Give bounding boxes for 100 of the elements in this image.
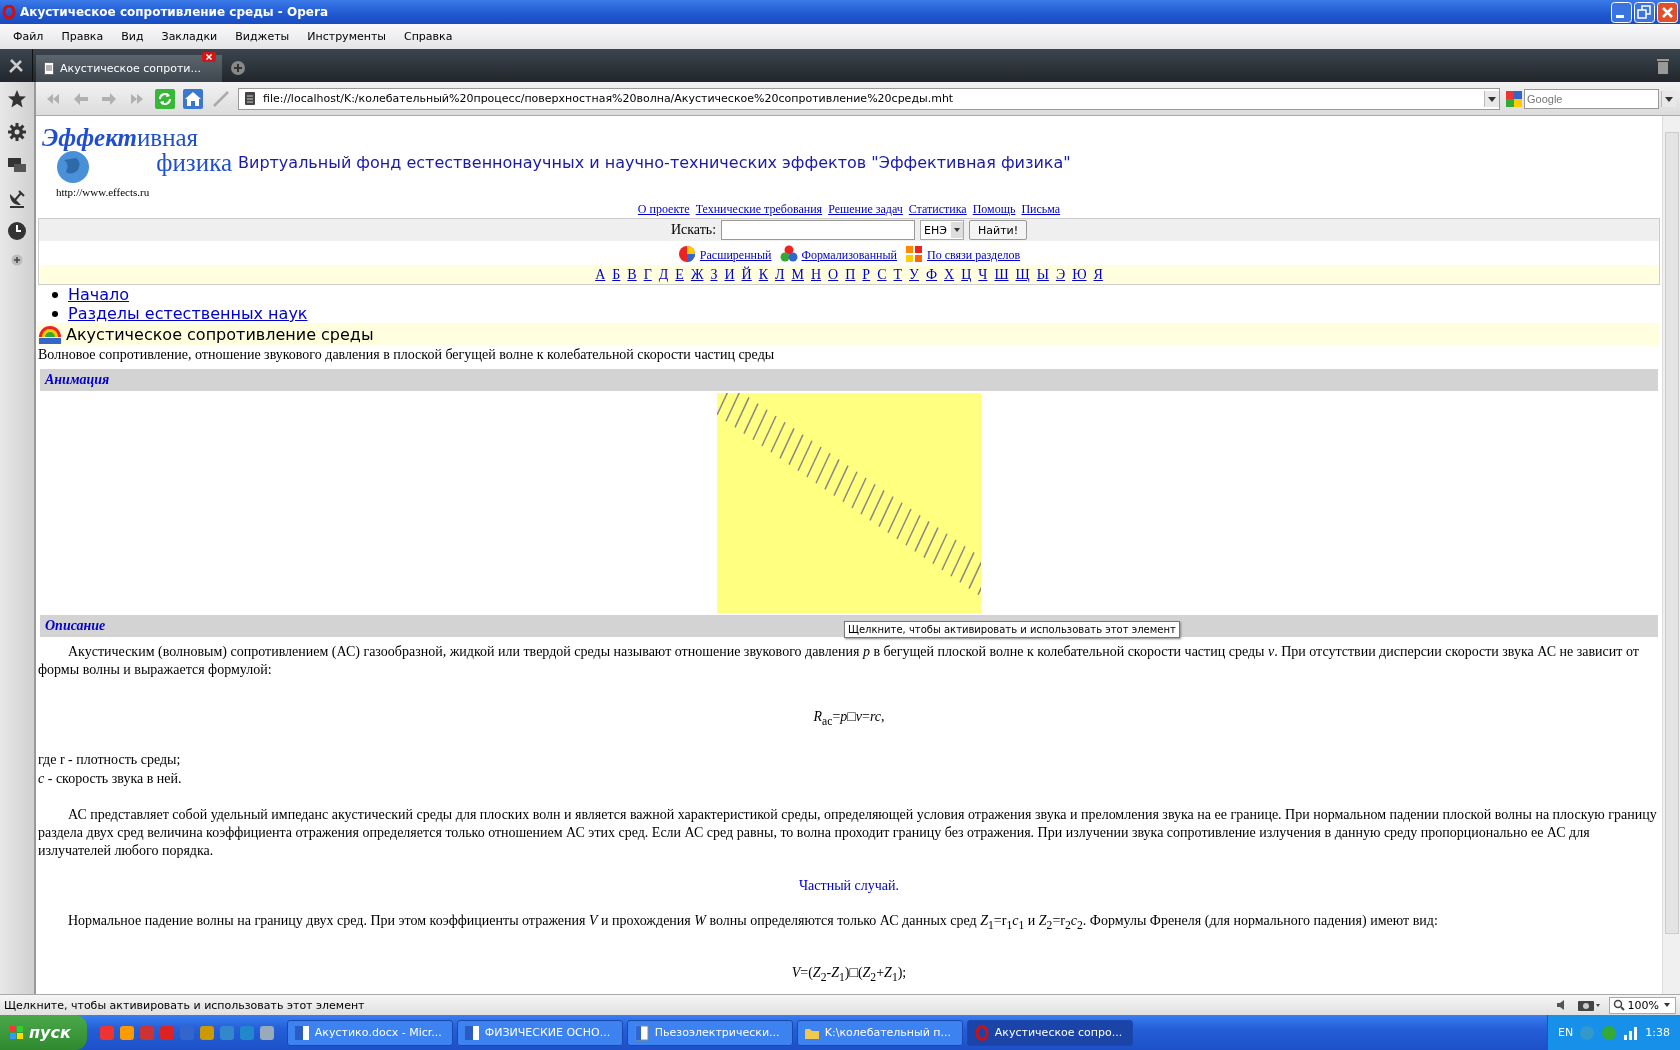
letter-link[interactable]: Г [643, 266, 652, 283]
letter-link[interactable]: А [595, 266, 606, 283]
globe-icon [56, 150, 90, 184]
search-field[interactable] [721, 220, 916, 240]
new-tab-icon[interactable] [230, 60, 246, 76]
satellite-dish-icon[interactable] [7, 188, 27, 208]
letter-link[interactable]: Х [944, 266, 955, 283]
letter-link[interactable]: В [627, 266, 637, 283]
minimize-icon[interactable] [1611, 1, 1632, 23]
nav-link[interactable]: Решение задач [828, 202, 903, 217]
clock: 1:38 [1645, 1026, 1670, 1039]
menu-item[interactable]: Закладки [152, 30, 227, 43]
close-tab-icon[interactable] [202, 52, 216, 62]
restore-icon[interactable] [1634, 1, 1655, 23]
search-engine-field[interactable]: Google [1524, 88, 1659, 109]
taskbar-button[interactable]: ФИЗИЧЕСКИЕ ОСНО... [456, 1019, 623, 1046]
letter-link[interactable]: Й [741, 266, 752, 283]
clock-icon[interactable] [7, 221, 27, 241]
letter-link[interactable]: О [828, 266, 839, 283]
logo-text: ивная [136, 124, 199, 151]
menu-item[interactable]: Вид [112, 30, 153, 43]
search-mode-link[interactable]: Расширенный [699, 248, 772, 263]
search-mode-link[interactable]: По связи разделов [927, 248, 1021, 263]
letter-link[interactable]: Д [658, 266, 669, 283]
doc-app-icon [633, 1024, 650, 1041]
bullet-icon [52, 291, 58, 298]
letter-link[interactable]: Т [893, 266, 903, 283]
nav-link[interactable]: Помощь [972, 202, 1016, 217]
letter-link[interactable]: Е [675, 266, 684, 283]
add-panel-icon[interactable] [11, 254, 23, 266]
network-icon[interactable] [1623, 1024, 1640, 1041]
window-title: Акустическое сопротивление среды - Opera [20, 5, 329, 19]
formal-search-icon [779, 245, 798, 263]
quick-launch-icon[interactable] [238, 1024, 255, 1041]
nav-link[interactable]: Письма [1021, 202, 1061, 217]
quick-launch-icon[interactable] [218, 1024, 235, 1041]
menu-item[interactable]: Инструменты [298, 30, 395, 43]
home-icon[interactable] [182, 87, 204, 110]
letter-link[interactable]: Я [1093, 266, 1103, 283]
quick-launch-icon[interactable] [98, 1024, 115, 1041]
letter-link[interactable]: Э [1055, 266, 1066, 283]
opera-app-icon [973, 1024, 990, 1041]
letter-link[interactable]: Ф [926, 266, 938, 283]
trash-icon[interactable] [1656, 58, 1670, 74]
letter-link[interactable]: Ю [1072, 266, 1087, 283]
settings-icon[interactable] [7, 122, 27, 142]
letter-link[interactable]: Л [775, 266, 785, 283]
letter-link[interactable]: Р [862, 266, 871, 283]
menu-item[interactable]: Правка [52, 30, 113, 43]
letter-link[interactable]: П [845, 266, 856, 283]
breadcrumb-link[interactable]: Начало [68, 285, 130, 304]
tools-icon[interactable] [7, 56, 25, 75]
search-mode-link[interactable]: Формализованный [801, 248, 897, 263]
address-field[interactable]: file://localhost/K:/колебательный%20процесс/поверхностная%20волна/Акустическое%20сопротивление%20среды.mht [238, 87, 1500, 110]
chat-icon[interactable] [7, 155, 27, 175]
zoom-dropdown[interactable]: 100% [1608, 996, 1676, 1014]
breadcrumb-link[interactable]: Разделы естественных наук [68, 304, 308, 323]
umbrella-icon [38, 323, 62, 345]
quick-launch-icon[interactable] [118, 1024, 135, 1041]
taskbar-button[interactable]: Пьезоэлектрически... [626, 1019, 793, 1046]
scrollbar[interactable] [1662, 116, 1680, 994]
letter-link[interactable]: М [791, 266, 804, 283]
camera-icon[interactable] [1576, 998, 1601, 1012]
letter-link[interactable]: С [877, 266, 887, 283]
find-button[interactable]: Найти! [968, 220, 1028, 240]
letter-link[interactable]: З [710, 266, 718, 283]
scroll-thumb[interactable] [1665, 132, 1679, 934]
browser-tab[interactable]: Акустическое сопроти... [36, 55, 222, 82]
menu-item[interactable]: Файл [4, 30, 53, 43]
letter-link[interactable]: И [724, 266, 735, 283]
nav-link[interactable]: О проекте [637, 202, 690, 217]
letter-link[interactable]: Н [811, 266, 822, 283]
nav-link[interactable]: Статистика [908, 202, 967, 217]
letter-link[interactable]: Щ [1015, 266, 1030, 283]
letter-link[interactable]: Ж [690, 266, 704, 283]
start-button[interactable]: пуск [0, 1015, 87, 1050]
letter-link[interactable]: Ч [978, 266, 988, 283]
reload-icon[interactable] [154, 87, 176, 110]
letter-link[interactable]: К [758, 266, 769, 283]
subheading: Частный случай. [798, 877, 900, 894]
wave-animation-drawing[interactable] [717, 393, 981, 613]
scope-dropdown[interactable]: ЕНЭ [920, 220, 964, 240]
taskbar-button[interactable]: K:\колебательный п... [796, 1019, 963, 1046]
menu-item[interactable]: Справка [395, 30, 462, 43]
star-icon[interactable] [7, 89, 27, 109]
letter-link[interactable]: Б [612, 266, 621, 283]
nav-link[interactable]: Технические требования [695, 202, 823, 217]
quick-launch-icon[interactable] [258, 1024, 275, 1041]
taskbar-button[interactable]: Акустическое сопро... [966, 1019, 1133, 1046]
letter-link[interactable]: У [909, 266, 919, 283]
menu-item[interactable]: Виджеты [226, 30, 299, 43]
logo-text: Эффект [42, 124, 137, 151]
close-icon[interactable] [1657, 1, 1678, 23]
windows-logo-icon [10, 1025, 24, 1040]
letter-link[interactable]: Ш [994, 266, 1009, 283]
letter-link[interactable]: Ц [961, 266, 972, 283]
quick-launch-icon[interactable] [198, 1024, 215, 1041]
taskbar-button[interactable]: Акустико.docx - Micr... [286, 1019, 453, 1046]
letter-link[interactable]: Ы [1036, 266, 1049, 283]
site-logo[interactable]: Эффективная физика http://www.effects.ru [42, 124, 232, 200]
